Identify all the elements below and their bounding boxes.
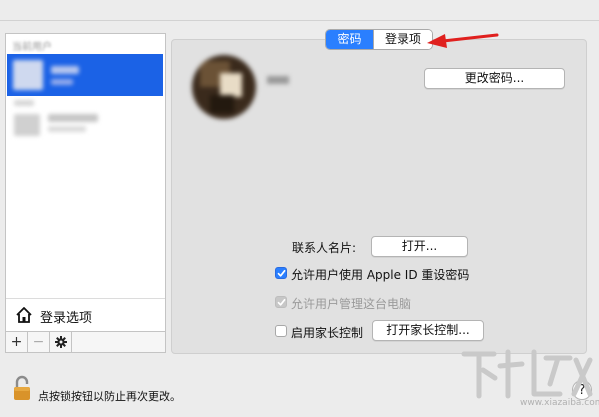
checkmark-icon: [277, 269, 286, 277]
parental-controls-label[interactable]: 启用家长控制: [291, 324, 363, 341]
list-item-blurred[interactable]: [48, 114, 98, 122]
house-icon: [16, 307, 32, 323]
user-full-name: [267, 76, 289, 84]
allow-apple-id-reset-label[interactable]: 允许用户使用 Apple ID 重设密码: [291, 266, 469, 283]
open-contact-card-button[interactable]: 打开...: [371, 236, 468, 257]
parental-controls-checkbox[interactable]: [275, 325, 287, 337]
annotation-arrow-icon: [427, 33, 499, 48]
gear-icon: [54, 336, 67, 348]
watermark-url: www.xiazaiba.com: [520, 398, 599, 408]
user-list-section-header: 当前用户: [12, 42, 52, 53]
list-item-blurred[interactable]: [14, 100, 34, 106]
window-top-edge: [0, 0, 599, 21]
change-password-button[interactable]: 更改密码...: [424, 68, 565, 89]
login-options-row[interactable]: 登录选项: [6, 298, 165, 331]
allow-apple-id-reset-checkbox[interactable]: [275, 267, 287, 279]
user-list-panel: 当前用户 登录选项 + −: [5, 33, 166, 353]
tab-password[interactable]: 密码: [326, 30, 373, 49]
login-options-label: 登录选项: [40, 311, 93, 326]
gear-menu-button[interactable]: [50, 332, 72, 352]
user-list-item-current[interactable]: [7, 54, 163, 96]
tab-bar: 密码 登录项: [325, 29, 433, 50]
list-button-bar: + −: [6, 331, 165, 352]
allow-admin-label: 允许用户管理这台电脑: [291, 297, 412, 311]
user-role-small: [51, 79, 73, 85]
lock-instruction-text: 点按锁按钮以防止再次更改。: [38, 390, 181, 403]
open-parental-controls-button[interactable]: 打开家长控制...: [372, 320, 484, 341]
list-item-blurred[interactable]: [14, 114, 40, 136]
lock-icon[interactable]: [12, 375, 32, 401]
checkmark-icon: [277, 298, 286, 306]
contact-card-label: 联系人名片:: [292, 241, 357, 255]
allow-admin-checkbox[interactable]: [275, 296, 287, 308]
add-user-button[interactable]: +: [6, 332, 28, 352]
remove-user-button[interactable]: −: [28, 332, 50, 352]
list-item-blurred[interactable]: [48, 126, 86, 132]
avatar[interactable]: [192, 55, 256, 119]
user-avatar-small: [13, 60, 43, 90]
tab-login-items[interactable]: 登录项: [373, 30, 432, 49]
user-name-small: [51, 66, 79, 74]
